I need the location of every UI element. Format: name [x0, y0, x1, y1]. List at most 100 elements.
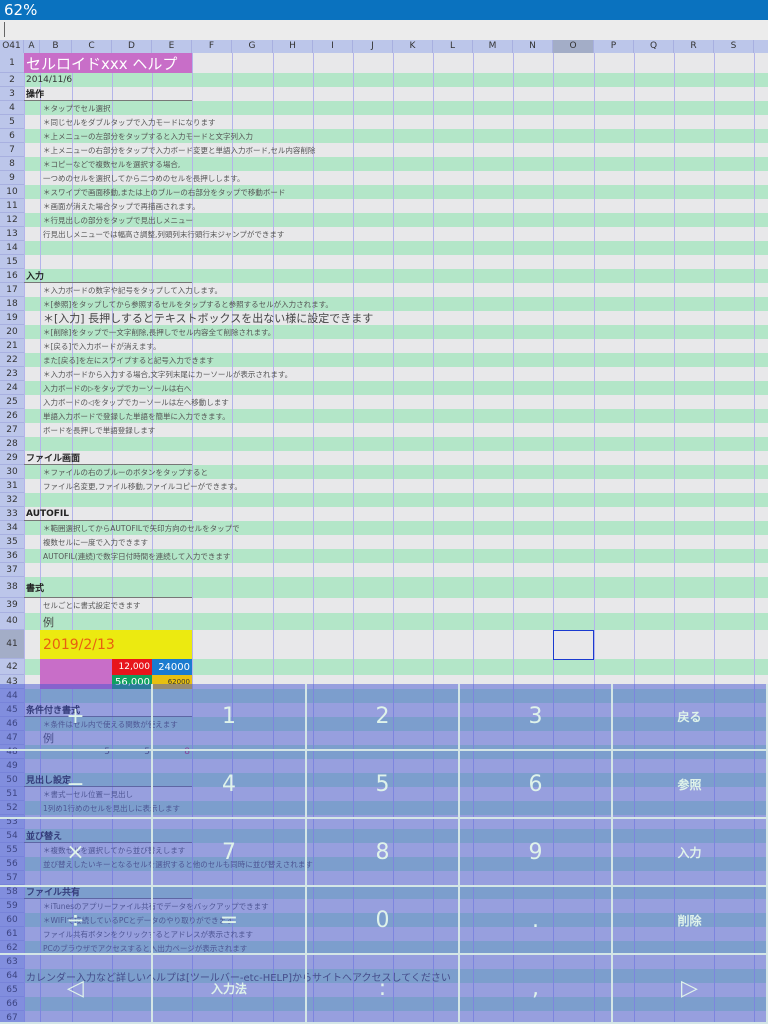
cell-b24[interactable]: 入力ボードの▷をタップでカーソールは右へ: [40, 381, 191, 395]
row-header-7[interactable]: 7: [0, 143, 24, 157]
row-header-39[interactable]: 39: [0, 598, 24, 613]
cell-b17[interactable]: ＊入力ボードの数字や記号をタップして入力します。: [40, 283, 222, 297]
row-header-26[interactable]: 26: [0, 409, 24, 423]
column-header-j[interactable]: J: [353, 40, 393, 53]
row-header-18[interactable]: 18: [0, 297, 24, 311]
cell-b36[interactable]: AUTOFIL(連続)で数字日付時間を連続して入力できます: [40, 549, 230, 563]
formula-bar[interactable]: [0, 20, 768, 40]
row-header-33[interactable]: 33: [0, 507, 24, 521]
key-0[interactable]: 0: [307, 887, 460, 955]
row-header-12[interactable]: 12: [0, 213, 24, 227]
column-header-e[interactable]: E: [152, 40, 192, 53]
column-header-q[interactable]: Q: [634, 40, 674, 53]
row-header-21[interactable]: 21: [0, 339, 24, 353]
cell-b34[interactable]: ＊範囲選択してからAUTOFILで矢印方向のセルをタップで: [40, 521, 240, 535]
key-multiply[interactable]: ×: [0, 819, 153, 887]
cell-a38[interactable]: 書式: [24, 577, 192, 598]
cell-b40[interactable]: 例: [40, 613, 72, 630]
column-header-f[interactable]: F: [192, 40, 232, 53]
key-4[interactable]: 4: [153, 751, 307, 819]
column-header-p[interactable]: P: [594, 40, 634, 53]
cell-a3[interactable]: 操作: [24, 87, 192, 101]
key-colon[interactable]: :: [307, 955, 460, 1024]
row-header-2[interactable]: 2: [0, 73, 24, 87]
column-header-t[interactable]: [754, 40, 768, 53]
row-header-6[interactable]: 6: [0, 129, 24, 143]
row-header-30[interactable]: 30: [0, 465, 24, 479]
row-header-14[interactable]: 14: [0, 241, 24, 255]
cell-a2[interactable]: 2014/11/6: [24, 73, 112, 87]
row-header-38[interactable]: 38: [0, 577, 24, 598]
cell-b20[interactable]: ＊[削除]をタップで一文字削除,長押しでセル内容全て削除されます。: [40, 325, 275, 339]
cell-b23[interactable]: ＊入力ボードから入力する場合,文字列末尾にカーソールが表示されます。: [40, 367, 292, 381]
key-2[interactable]: 2: [307, 684, 460, 751]
row-header-34[interactable]: 34: [0, 521, 24, 535]
row-header-4[interactable]: 4: [0, 101, 24, 115]
cell-b41[interactable]: 2019/2/13: [40, 630, 192, 659]
cell-b27[interactable]: ボードを長押しで単語登録します: [40, 423, 155, 437]
cell-b11[interactable]: ＊画面が消えた場合タップで再描画されます。: [40, 199, 200, 213]
row-header-10[interactable]: 10: [0, 185, 24, 199]
column-header-s[interactable]: S: [714, 40, 754, 53]
cell-a33[interactable]: AUTOFIL: [24, 507, 192, 521]
cell-b22[interactable]: また[戻る]を左にスワイプすると記号入力できます: [40, 353, 214, 367]
row-header-8[interactable]: 8: [0, 157, 24, 171]
row-header-22[interactable]: 22: [0, 353, 24, 367]
status-bar[interactable]: 62%: [0, 0, 768, 20]
key-6[interactable]: 6: [460, 751, 613, 819]
row-header-20[interactable]: 20: [0, 325, 24, 339]
key-back[interactable]: 戻る: [613, 684, 768, 751]
row-header-11[interactable]: 11: [0, 199, 24, 213]
key-1[interactable]: 1: [153, 684, 307, 751]
column-header-c[interactable]: C: [72, 40, 112, 53]
cell-b35[interactable]: 複数セルに一度で入力できます: [40, 535, 148, 549]
column-header-h[interactable]: H: [273, 40, 313, 53]
cell-b26[interactable]: 単語入力ボードで登録した単語を簡単に入力できます。: [40, 409, 230, 423]
cell-a16[interactable]: 入力: [24, 269, 192, 283]
cell-b21[interactable]: ＊[戻る]で入力ボードが消えます。: [40, 339, 161, 353]
row-header-9[interactable]: 9: [0, 171, 24, 185]
key-enter[interactable]: 入力: [613, 819, 768, 887]
row-header-1[interactable]: 1: [0, 53, 24, 73]
key-comma[interactable]: ,: [460, 955, 613, 1024]
key-delete[interactable]: 削除: [613, 887, 768, 955]
cell-b19[interactable]: ＊[入力] 長押しするとテキストボックスを出ない様に設定できます: [40, 311, 373, 325]
cell-b13[interactable]: 行見出しメニューでは幅高さ調整,列頭列末行頭行末ジャンプができます: [40, 227, 284, 241]
row-header-29[interactable]: 29: [0, 451, 24, 465]
name-box[interactable]: O41: [0, 40, 24, 53]
row-header-35[interactable]: 35: [0, 535, 24, 549]
cell-b8[interactable]: ＊コピーなどで複数セルを選択する場合,: [40, 157, 180, 171]
row-header-36[interactable]: 36: [0, 549, 24, 563]
row-header-24[interactable]: 24: [0, 381, 24, 395]
cell-b39[interactable]: セルごとに書式設定できます: [40, 598, 141, 613]
column-header-d[interactable]: D: [112, 40, 152, 53]
key-8[interactable]: 8: [307, 819, 460, 887]
cell-a1[interactable]: セルロイドxxx ヘルプ: [24, 53, 192, 73]
column-header-o[interactable]: O: [553, 40, 594, 53]
row-header-32[interactable]: 32: [0, 493, 24, 507]
row-header-23[interactable]: 23: [0, 367, 24, 381]
cell-d42[interactable]: 12,000: [112, 659, 152, 675]
row-header-41[interactable]: 41: [0, 630, 24, 659]
key-3[interactable]: 3: [460, 684, 613, 751]
column-header-k[interactable]: K: [393, 40, 433, 53]
row-header-15[interactable]: 15: [0, 255, 24, 269]
column-header-a[interactable]: A: [24, 40, 40, 53]
key-minus[interactable]: −: [0, 751, 153, 819]
cell-b7[interactable]: ＊上メニューの右部分をタップで入力ボード変更と単語入力ボード,セル内容削除: [40, 143, 315, 157]
key-period[interactable]: .: [460, 887, 613, 955]
row-header-28[interactable]: 28: [0, 437, 24, 451]
row-header-13[interactable]: 13: [0, 227, 24, 241]
cell-b42[interactable]: [40, 659, 112, 675]
row-header-17[interactable]: 17: [0, 283, 24, 297]
row-header-19[interactable]: 19: [0, 311, 24, 325]
cell-b5[interactable]: ＊同じセルをダブルタップで入力モードになります: [40, 115, 216, 129]
row-header-40[interactable]: 40: [0, 613, 24, 630]
key-equals[interactable]: =: [153, 887, 307, 955]
cell-b12[interactable]: ＊行見出しの部分をタップで見出しメニュー: [40, 213, 193, 227]
cell-b10[interactable]: ＊スワイプで画面移動,または上のブルーの右部分をタップで移動ボード: [40, 185, 285, 199]
cell-b9[interactable]: 一つめのセルを選択してから二つめのセルを長押しします。: [40, 171, 245, 185]
cell-b30[interactable]: ＊ファイルの右のブルーのボタンをタップすると: [40, 465, 208, 479]
key-divide[interactable]: ÷: [0, 887, 153, 955]
key-9[interactable]: 9: [460, 819, 613, 887]
